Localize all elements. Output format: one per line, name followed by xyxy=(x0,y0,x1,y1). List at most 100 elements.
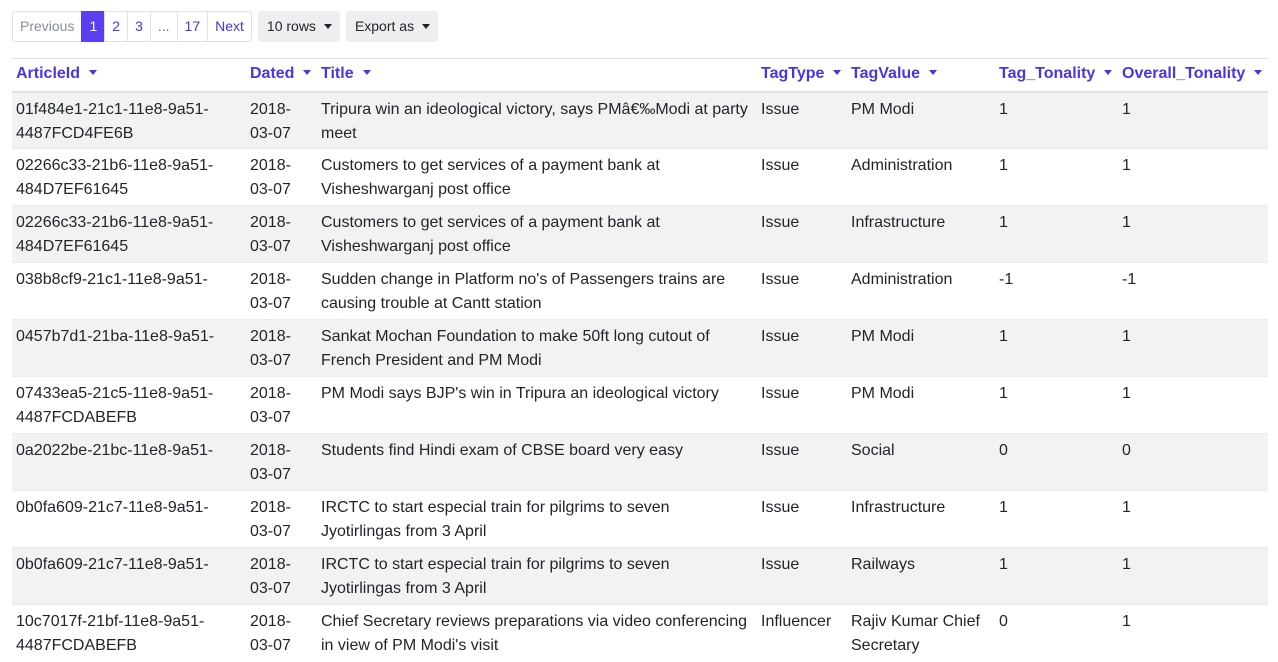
cell-title: Sudden change in Platform no's of Passen… xyxy=(317,262,757,320)
articles-table: ArticleId Dated Title TagType TagValue T… xyxy=(12,58,1268,662)
cell-tag-value: Rajiv Kumar Chief Secretary xyxy=(847,604,995,662)
cell-tag-type: Issue xyxy=(757,262,847,320)
cell-article-id: 01f484e1-21c1-11e8-9a51-4487FCD4FE6B xyxy=(12,91,246,149)
cell-overall-tonality: 1 xyxy=(1118,376,1268,434)
table-row: 038b8cf9-21c1-11e8-9a51- 2018-03-07 Sudd… xyxy=(12,262,1268,320)
pagination: Previous 1 2 3 ... 17 Next xyxy=(12,11,252,42)
cell-tag-type: Influencer xyxy=(757,604,847,662)
table-row: 0a2022be-21bc-11e8-9a51- 2018-03-07 Stud… xyxy=(12,433,1268,491)
page-3-button[interactable]: 3 xyxy=(127,11,151,42)
cell-title: IRCTC to start especial train for pilgri… xyxy=(317,547,757,605)
cell-tag-value: PM Modi xyxy=(847,376,995,434)
cell-dated: 2018-03-07 xyxy=(246,205,317,263)
rows-per-page-dropdown[interactable]: 10 rows xyxy=(257,11,340,42)
cell-tag-tonality: -1 xyxy=(995,262,1118,320)
caret-down-icon xyxy=(323,24,332,29)
cell-tag-tonality: 0 xyxy=(995,604,1118,662)
cell-dated: 2018-03-07 xyxy=(246,91,317,149)
cell-article-id: 038b8cf9-21c1-11e8-9a51- xyxy=(12,262,246,320)
table-row: 02266c33-21b6-11e8-9a51-484D7EF61645 201… xyxy=(12,148,1268,206)
cell-dated: 2018-03-07 xyxy=(246,148,317,206)
cell-tag-type: Issue xyxy=(757,433,847,491)
cell-tag-type: Issue xyxy=(757,376,847,434)
caret-down-icon xyxy=(422,24,431,29)
cell-tag-tonality: 1 xyxy=(995,91,1118,149)
page-17-button[interactable]: 17 xyxy=(176,11,209,42)
rows-per-page-label: 10 rows xyxy=(266,18,316,34)
cell-article-id: 02266c33-21b6-11e8-9a51-484D7EF61645 xyxy=(12,205,246,263)
table-row: 0457b7d1-21ba-11e8-9a51- 2018-03-07 Sank… xyxy=(12,319,1268,377)
cell-tag-value: Administration xyxy=(847,148,995,206)
cell-tag-type: Issue xyxy=(757,148,847,206)
table-row: 0b0fa609-21c7-11e8-9a51- 2018-03-07 IRCT… xyxy=(12,490,1268,548)
cell-tag-value: Administration xyxy=(847,262,995,320)
cell-tag-tonality: 1 xyxy=(995,547,1118,605)
cell-title: PM Modi says BJP's win in Tripura an ide… xyxy=(317,376,757,434)
cell-dated: 2018-03-07 xyxy=(246,604,317,662)
sort-caret-icon xyxy=(833,70,842,75)
cell-title: Chief Secretary reviews preparations via… xyxy=(317,604,757,662)
cell-article-id: 02266c33-21b6-11e8-9a51-484D7EF61645 xyxy=(12,148,246,206)
cell-tag-tonality: 1 xyxy=(995,490,1118,548)
column-header-overall-tonality[interactable]: Overall_Tonality xyxy=(1118,58,1268,93)
export-dropdown[interactable]: Export as xyxy=(345,11,439,42)
cell-tag-value: Infrastructure xyxy=(847,205,995,263)
cell-tag-type: Issue xyxy=(757,205,847,263)
cell-tag-type: Issue xyxy=(757,547,847,605)
column-header-tag-tonality[interactable]: Tag_Tonality xyxy=(995,58,1118,93)
cell-dated: 2018-03-07 xyxy=(246,262,317,320)
cell-dated: 2018-03-07 xyxy=(246,490,317,548)
table-row: 10c7017f-21bf-11e8-9a51-4487FCDABEFB 201… xyxy=(12,604,1268,662)
cell-tag-value: Social xyxy=(847,433,995,491)
column-header-dated[interactable]: Dated xyxy=(246,58,317,93)
sort-caret-icon xyxy=(1104,70,1113,75)
table-row: 01f484e1-21c1-11e8-9a51-4487FCD4FE6B 201… xyxy=(12,91,1268,149)
sort-caret-icon xyxy=(1254,70,1263,75)
cell-overall-tonality: 1 xyxy=(1118,319,1268,377)
table-row: 07433ea5-21c5-11e8-9a51-4487FCDABEFB 201… xyxy=(12,376,1268,434)
cell-overall-tonality: 1 xyxy=(1118,604,1268,662)
cell-tag-tonality: 0 xyxy=(995,433,1118,491)
next-page-button[interactable]: Next xyxy=(207,11,252,42)
cell-overall-tonality: 1 xyxy=(1118,490,1268,548)
export-label: Export as xyxy=(354,18,415,34)
cell-tag-value: Infrastructure xyxy=(847,490,995,548)
cell-article-id: 0a2022be-21bc-11e8-9a51- xyxy=(12,433,246,491)
cell-dated: 2018-03-07 xyxy=(246,547,317,605)
sort-caret-icon xyxy=(362,70,371,75)
cell-article-id: 0457b7d1-21ba-11e8-9a51- xyxy=(12,319,246,377)
page-1-button[interactable]: 1 xyxy=(81,11,106,42)
cell-tag-tonality: 1 xyxy=(995,205,1118,263)
cell-title: Customers to get services of a payment b… xyxy=(317,148,757,206)
sort-caret-icon xyxy=(89,70,98,75)
cell-overall-tonality: 1 xyxy=(1118,205,1268,263)
cell-overall-tonality: 1 xyxy=(1118,91,1268,149)
sort-caret-icon xyxy=(929,70,938,75)
column-header-articleid[interactable]: ArticleId xyxy=(12,58,246,93)
cell-article-id: 07433ea5-21c5-11e8-9a51-4487FCDABEFB xyxy=(12,376,246,434)
cell-title: IRCTC to start especial train for pilgri… xyxy=(317,490,757,548)
sort-caret-icon xyxy=(303,70,312,75)
cell-tag-type: Issue xyxy=(757,319,847,377)
cell-overall-tonality: 0 xyxy=(1118,433,1268,491)
cell-overall-tonality: 1 xyxy=(1118,547,1268,605)
cell-tag-value: PM Modi xyxy=(847,319,995,377)
cell-tag-type: Issue xyxy=(757,91,847,149)
cell-tag-value: Railways xyxy=(847,547,995,605)
column-header-title[interactable]: Title xyxy=(317,58,757,93)
cell-title: Customers to get services of a payment b… xyxy=(317,205,757,263)
cell-title: Sankat Mochan Foundation to make 50ft lo… xyxy=(317,319,757,377)
cell-dated: 2018-03-07 xyxy=(246,376,317,434)
column-header-tagvalue[interactable]: TagValue xyxy=(847,58,995,93)
table-toolbar: Previous 1 2 3 ... 17 Next 10 rows Expor… xyxy=(12,11,439,42)
page-2-button[interactable]: 2 xyxy=(104,11,129,42)
cell-tag-tonality: 1 xyxy=(995,148,1118,206)
previous-page-button[interactable]: Previous xyxy=(12,11,83,42)
header-row: ArticleId Dated Title TagType TagValue T… xyxy=(12,58,1268,93)
column-header-tagtype[interactable]: TagType xyxy=(757,58,847,93)
cell-article-id: 0b0fa609-21c7-11e8-9a51- xyxy=(12,490,246,548)
pagination-ellipsis: ... xyxy=(149,11,178,42)
cell-overall-tonality: -1 xyxy=(1118,262,1268,320)
table-row: 0b0fa609-21c7-11e8-9a51- 2018-03-07 IRCT… xyxy=(12,547,1268,605)
cell-title: Students find Hindi exam of CBSE board v… xyxy=(317,433,757,491)
